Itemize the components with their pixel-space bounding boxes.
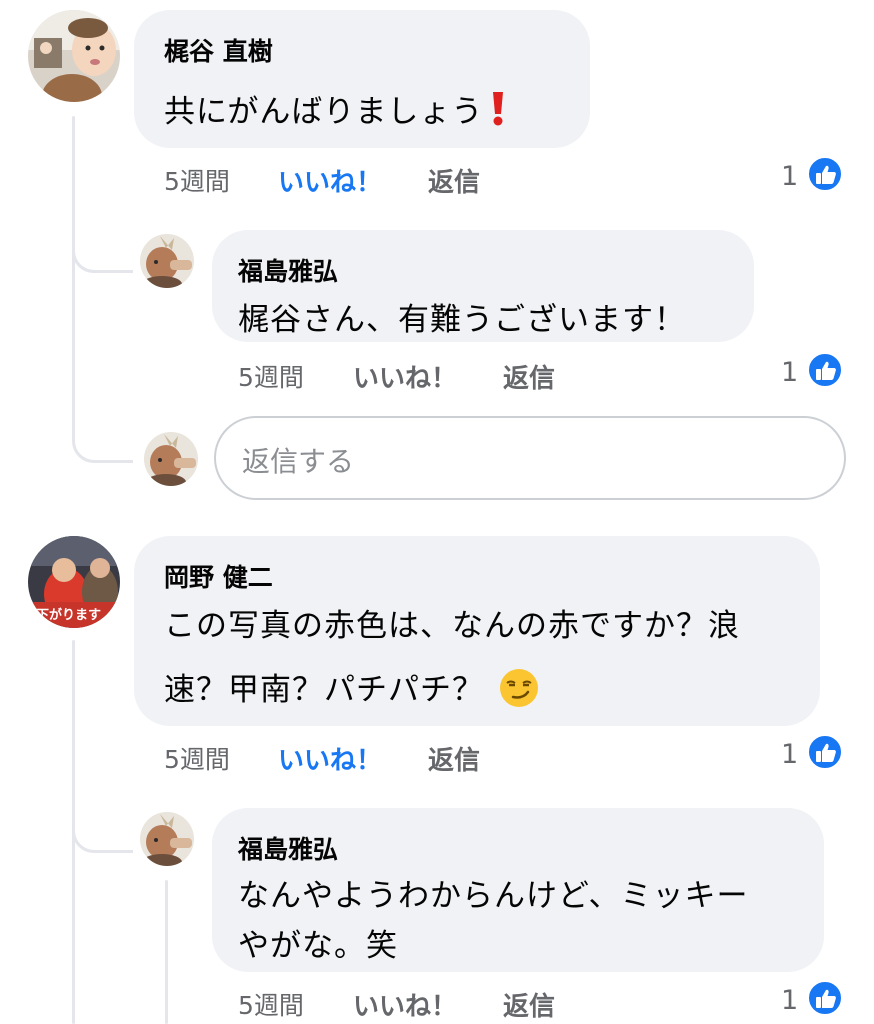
comment-text-content: 速？甲南？パチパチ？ bbox=[164, 672, 484, 708]
like-count[interactable]: 1 bbox=[781, 161, 798, 192]
like-button[interactable]: いいね！ bbox=[278, 162, 382, 199]
thread-connector bbox=[72, 410, 133, 463]
reply-bubble: 福島雅弘 なんやようわからんけど、ミッキー やがな。笑 bbox=[212, 808, 824, 972]
thumbs-up-icon[interactable] bbox=[807, 156, 843, 192]
avatar[interactable]: 下がります bbox=[28, 536, 120, 628]
reply-input[interactable]: 返信する bbox=[214, 416, 846, 500]
like-count[interactable]: 1 bbox=[781, 357, 798, 388]
avatar[interactable] bbox=[28, 10, 120, 102]
reply-input-placeholder: 返信する bbox=[242, 445, 355, 478]
comment-bubble: 岡野 健二 この写真の赤色は、なんの赤ですか？浪 速？甲南？パチパチ？ bbox=[134, 536, 820, 726]
comment-author[interactable]: 岡野 健二 bbox=[164, 558, 273, 594]
reply-bubble: 福島雅弘 梶谷さん、有難うございます！ bbox=[212, 230, 754, 342]
thread-line bbox=[72, 116, 75, 416]
current-user-avatar bbox=[144, 432, 198, 486]
like-button[interactable]: いいね！ bbox=[278, 740, 382, 777]
reply-time[interactable]: 5週間 bbox=[238, 358, 304, 394]
comment-text-line2: 速？甲南？パチパチ？ bbox=[164, 664, 539, 716]
thread-line bbox=[165, 880, 168, 1024]
comment-author[interactable]: 梶谷 直樹 bbox=[164, 32, 273, 68]
comment-text-line1: この写真の赤色は、なんの赤ですか？浪 bbox=[164, 608, 740, 644]
reply-author[interactable]: 福島雅弘 bbox=[238, 252, 338, 288]
reply-author[interactable]: 福島雅弘 bbox=[238, 830, 338, 866]
thumbs-up-icon[interactable] bbox=[807, 352, 843, 388]
avatar[interactable] bbox=[140, 812, 194, 866]
reply-text-line1: なんやようわからんけど、ミッキー bbox=[238, 878, 749, 914]
smirk-face-emoji bbox=[499, 668, 539, 716]
comment-text-content: 共にがんばりましょう bbox=[164, 94, 484, 130]
red-exclamation-emoji bbox=[491, 92, 505, 126]
like-count[interactable]: 1 bbox=[781, 739, 798, 770]
like-button[interactable]: いいね！ bbox=[353, 986, 457, 1023]
reply-button[interactable]: 返信 bbox=[428, 162, 480, 199]
reply-button[interactable]: 返信 bbox=[428, 740, 480, 777]
like-count[interactable]: 1 bbox=[781, 985, 798, 1016]
thumbs-up-icon[interactable] bbox=[807, 980, 843, 1016]
avatar-overlay-text: 下がります bbox=[36, 608, 102, 623]
comment-text: 共にがんばりましょう bbox=[164, 86, 505, 131]
like-button[interactable]: いいね！ bbox=[353, 358, 457, 395]
avatar[interactable] bbox=[140, 234, 194, 288]
comment-time[interactable]: 5週間 bbox=[164, 740, 230, 776]
thumbs-up-icon[interactable] bbox=[807, 734, 843, 770]
reply-button[interactable]: 返信 bbox=[503, 986, 555, 1023]
thread-connector bbox=[72, 220, 133, 273]
thread-connector bbox=[72, 800, 133, 853]
comment-time[interactable]: 5週間 bbox=[164, 162, 230, 198]
comment-bubble: 梶谷 直樹 共にがんばりましょう bbox=[134, 10, 590, 148]
reply-text: 梶谷さん、有難うございます！ bbox=[238, 302, 686, 338]
reply-time[interactable]: 5週間 bbox=[238, 986, 304, 1022]
reply-button[interactable]: 返信 bbox=[503, 358, 555, 395]
reply-text-line2: やがな。笑 bbox=[238, 928, 398, 964]
